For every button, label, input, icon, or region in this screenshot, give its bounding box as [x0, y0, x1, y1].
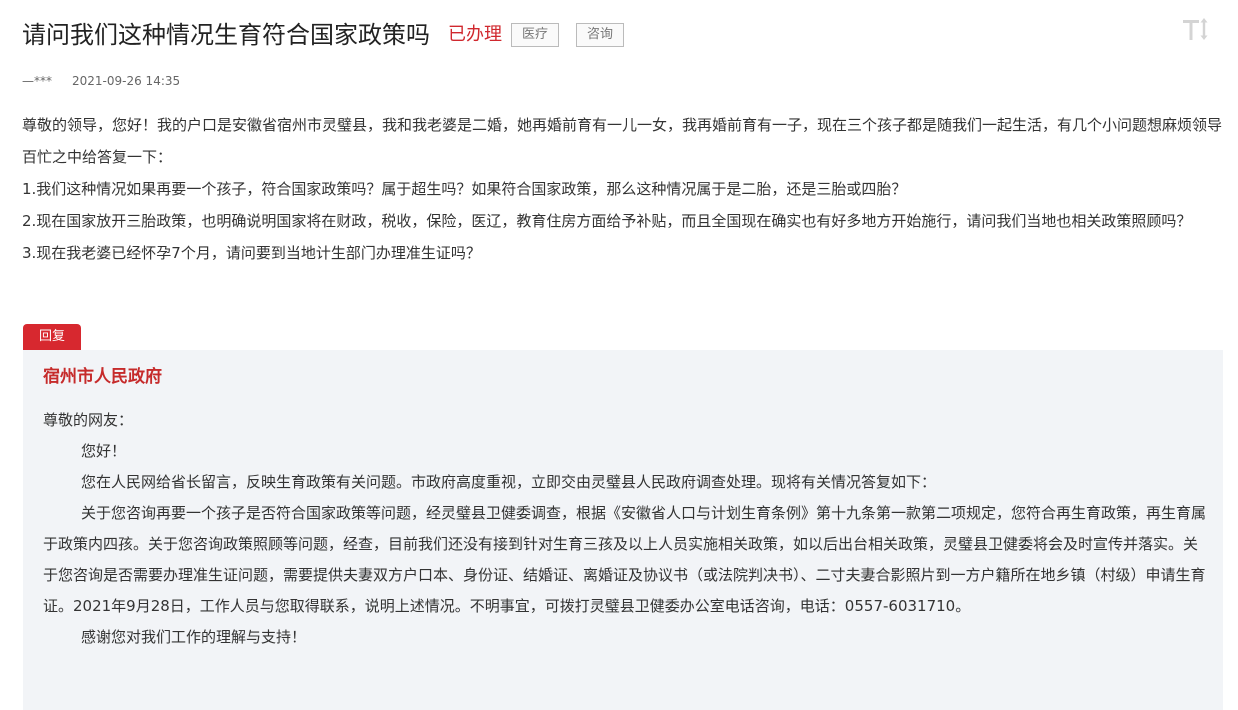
reply-content: 尊敬的网友： 您好！ 您在人民网给省长留言，反映生育政策有关问题。市政府高度重视… — [43, 405, 1207, 653]
reply-section: 宿州市人民政府 尊敬的网友： 您好！ 您在人民网给省长留言，反映生育政策有关问题… — [23, 350, 1223, 710]
page-title: 请问我们这种情况生育符合国家政策吗 — [22, 21, 430, 49]
reply-organization: 宿州市人民政府 — [43, 367, 162, 387]
reply-salutation: 尊敬的网友： — [43, 411, 134, 429]
font-size-toggle-icon — [1183, 18, 1208, 40]
status-badge: 已办理 — [448, 24, 502, 45]
author-name: —*** — [22, 74, 52, 88]
question-content: 尊敬的领导，您好！我的户口是安徽省宿州市灵璧县，我和我老婆是二婚，她再婚前育有一… — [22, 109, 1222, 269]
post-meta: —*** 2021-09-26 14:35 — [22, 74, 180, 88]
question-paragraph: 1.我们这种情况如果再要一个孩子，符合国家政策吗？属于超生吗？如果符合国家政策，… — [22, 180, 907, 198]
reply-paragraph: 关于您咨询再要一个孩子是否符合国家政策等问题，经灵璧县卫健委调查，根据《安徽省人… — [43, 504, 1207, 615]
question-paragraph: 尊敬的领导，您好！我的户口是安徽省宿州市灵璧县，我和我老婆是二婚，她再婚前育有一… — [22, 116, 1223, 166]
reply-greeting: 您好！ — [81, 442, 127, 460]
reply-label: 回复 — [23, 324, 81, 350]
font-size-toggle-button[interactable] — [1180, 13, 1216, 45]
reply-paragraph: 您在人民网给省长留言，反映生育政策有关问题。市政府高度重视，立即交由灵璧县人民政… — [81, 473, 937, 491]
post-date: 2021-09-26 14:35 — [72, 74, 181, 88]
reply-paragraph: 感谢您对我们工作的理解与支持！ — [81, 628, 307, 646]
question-paragraph: 3.现在我老婆已经怀孕7个月，请问要到当地计生部门办理准生证吗？ — [22, 244, 481, 262]
question-paragraph: 2.现在国家放开三胎政策，也明确说明国家将在财政，税收，保险，医辽，教育住房方面… — [22, 212, 1192, 230]
category-tag-consult[interactable]: 咨询 — [576, 23, 625, 47]
page-header: 请问我们这种情况生育符合国家政策吗 已办理 医疗 咨询 — [22, 18, 625, 52]
category-tag-medical[interactable]: 医疗 — [511, 23, 560, 47]
